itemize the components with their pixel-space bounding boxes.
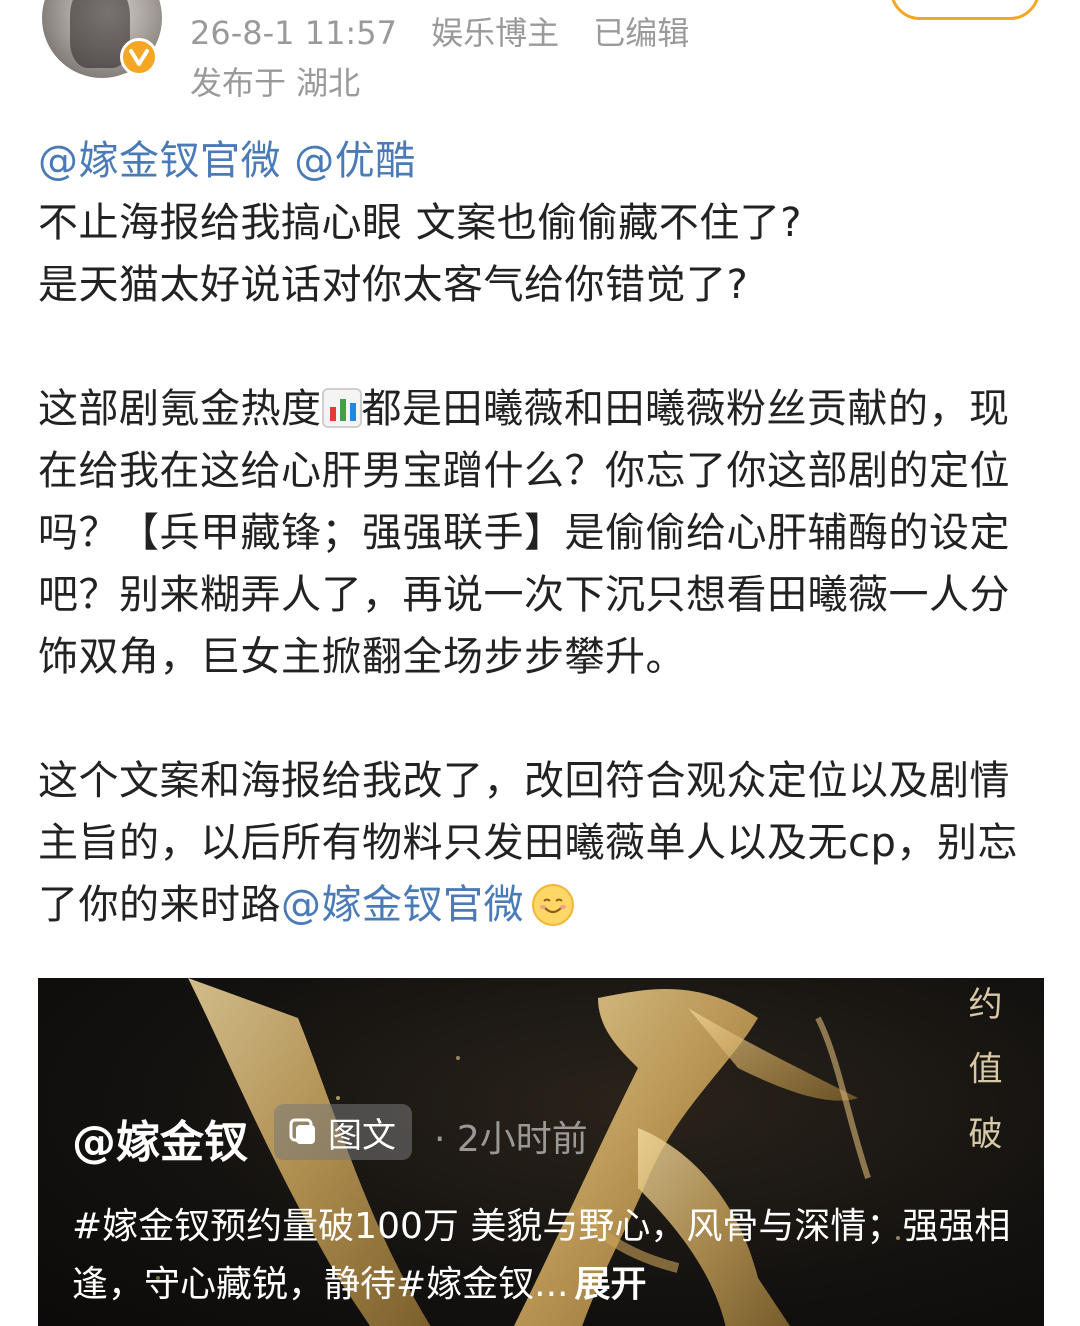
verified-badge-icon bbox=[120, 38, 158, 76]
card-description-text: #嫁金钗预约量破100万 美貌与野心，风骨与深情；强强相逢，守心藏锐，静待#嫁金… bbox=[72, 1206, 1011, 1305]
media-card[interactable]: 约 值 破 @嫁金钗 图文 · 2小时前 #嫁金钗预约量破100万 美貌与野心，… bbox=[38, 978, 1044, 1326]
post-paragraph: 这部剧氪金热度 都是田曦薇和田曦薇粉丝贡献的，现在给我在这给心肝男宝蹭什么？你忘了… bbox=[38, 378, 1048, 688]
weibo-post-screen: 26-8-1 11:57 娱乐博主 已编辑 发布于 湖北 @嫁金钗官微 @优酷 … bbox=[0, 0, 1080, 1326]
card-author[interactable]: @嫁金钗 bbox=[72, 1106, 248, 1170]
edited-label[interactable]: 已编辑 bbox=[593, 14, 689, 52]
post-type-label: 图文 bbox=[328, 1115, 396, 1156]
post-line: 是天猫太好说话对你太客气给你错觉了? bbox=[38, 262, 749, 308]
mention-link[interactable]: @嫁金钗官微 bbox=[281, 882, 524, 928]
image-text-icon bbox=[289, 1118, 315, 1144]
post-timestamp: 26-8-1 11:57 bbox=[190, 14, 397, 52]
mention-link[interactable]: @优酷 bbox=[294, 138, 416, 184]
post-location: 发布于 湖北 bbox=[190, 64, 361, 102]
poster-vertical-text: 约 值 破 bbox=[962, 986, 1002, 1160]
author-title: 娱乐博主 bbox=[431, 14, 560, 52]
card-description: #嫁金钗预约量破100万 美貌与野心，风骨与深情；强强相逢，守心藏锐，静待#嫁金… bbox=[72, 1198, 1012, 1314]
mention-line: @嫁金钗官微 @优酷 bbox=[38, 130, 1048, 192]
mention-link[interactable]: @嫁金钗官微 bbox=[38, 138, 281, 184]
post-line: 不止海报给我搞心眼 文案也偷偷藏不住了? bbox=[38, 200, 802, 246]
post-paragraph: 这个文案和海报给我改了，改回符合观众定位以及剧情主旨的，以后所有物料只发田曦薇单… bbox=[38, 750, 1048, 936]
follow-button[interactable] bbox=[890, 0, 1040, 20]
smile-emoji-icon bbox=[532, 884, 574, 926]
bar-chart-emoji-icon bbox=[321, 388, 362, 428]
post-text: @嫁金钗官微 @优酷 不止海报给我搞心眼 文案也偷偷藏不住了? 是天猫太好说话对… bbox=[38, 130, 1048, 936]
post-meta: 26-8-1 11:57 娱乐博主 已编辑 bbox=[190, 8, 713, 54]
post-type-tag: 图文 bbox=[274, 1104, 412, 1160]
author-avatar[interactable] bbox=[42, 0, 162, 78]
paragraph-text: 这个文案和海报给我改了，改回符合观众定位以及剧情主旨的，以后所有物料只发田曦薇单… bbox=[38, 758, 1018, 928]
expand-button[interactable]: 展开 bbox=[575, 1264, 647, 1305]
paragraph-text: 这部剧氪金热度 bbox=[38, 386, 322, 432]
card-time: · 2小时前 bbox=[434, 1119, 588, 1160]
